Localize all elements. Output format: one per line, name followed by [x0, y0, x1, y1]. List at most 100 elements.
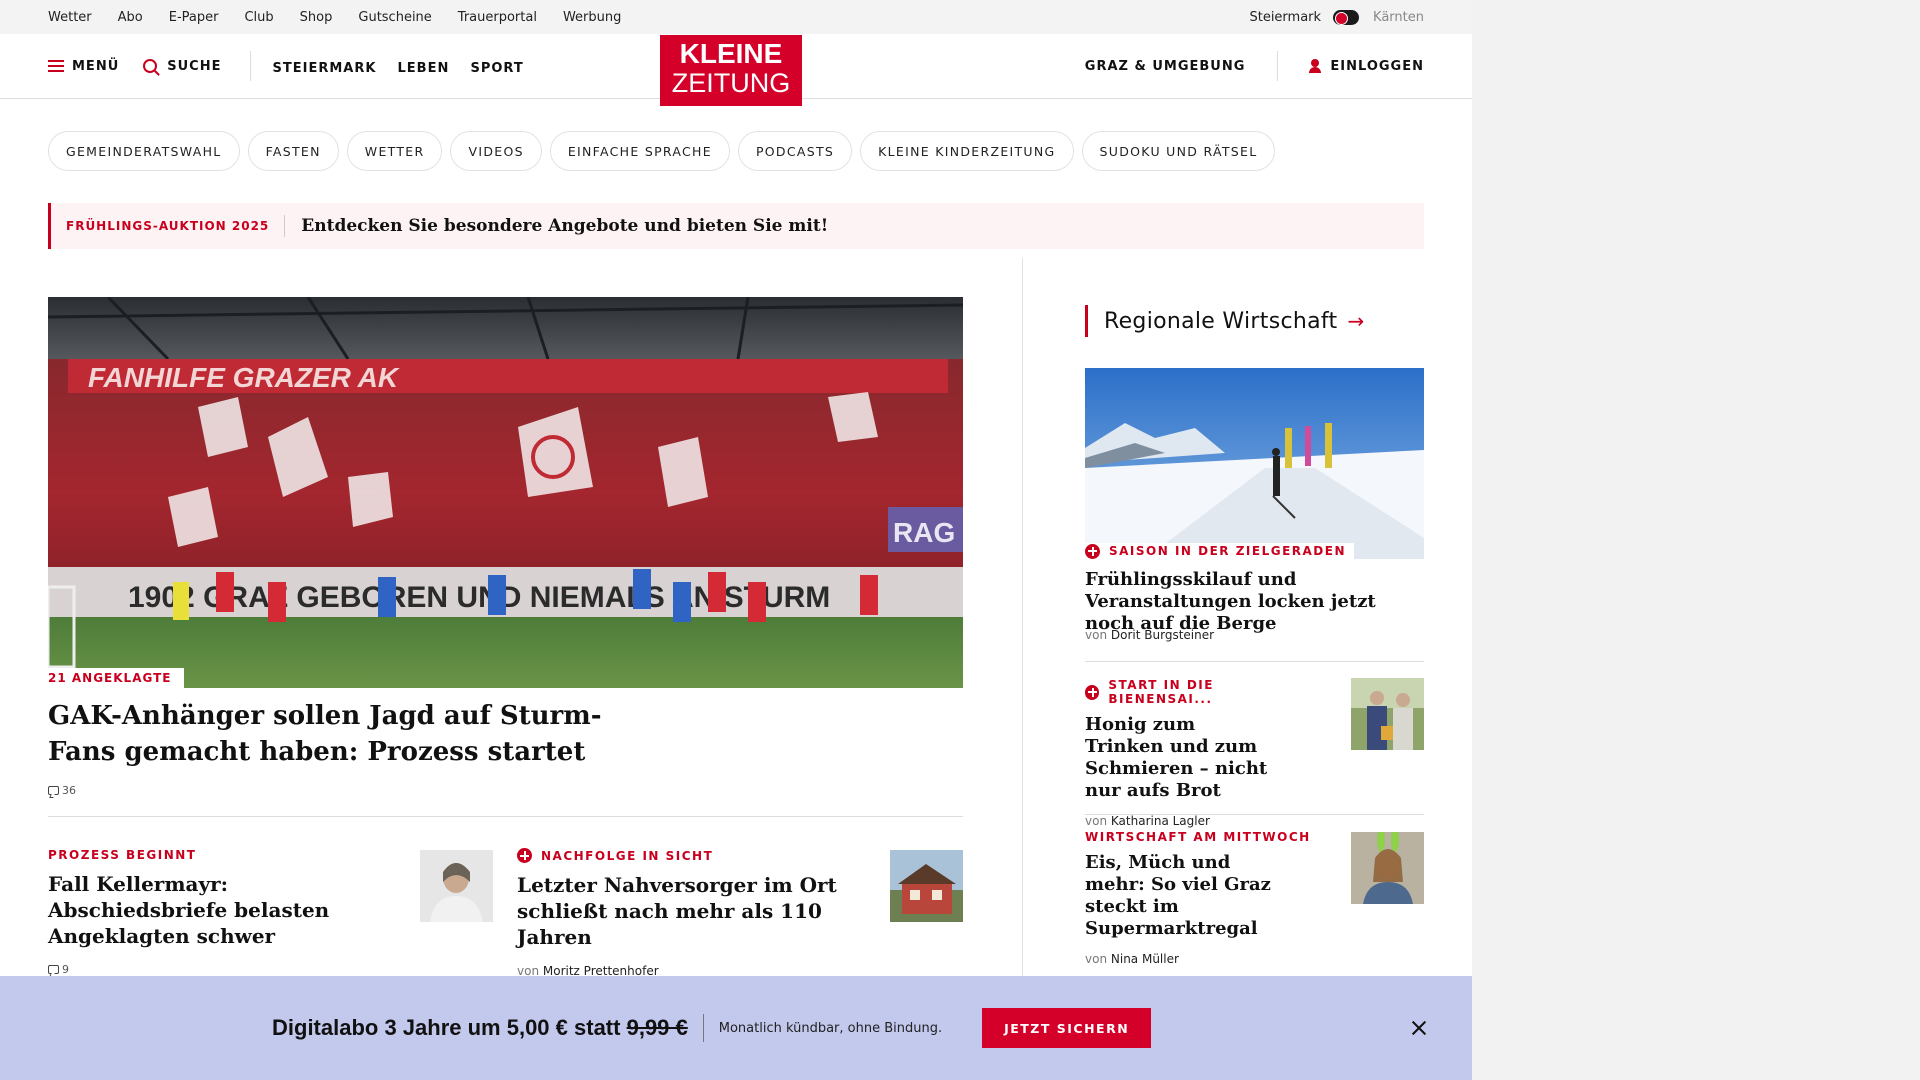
menu-button[interactable]: MENÜ — [48, 59, 119, 74]
chip-einfache-sprache[interactable]: EINFACHE SPRACHE — [549, 131, 730, 171]
nav-steiermark[interactable]: STEIERMARK — [273, 61, 377, 76]
chip-fasten[interactable]: FASTEN — [247, 131, 339, 171]
utility-link-shop[interactable]: Shop — [300, 10, 333, 25]
nav-leben[interactable]: LEBEN — [398, 61, 450, 76]
hero-comments[interactable]: 36 — [48, 784, 76, 797]
close-icon[interactable] — [1410, 1019, 1428, 1037]
article-card[interactable]: WIRTSCHAFT AM MITTWOCH Eis, Müch und meh… — [1085, 830, 1315, 966]
hero-label: 21 ANGEKLAGTE — [48, 668, 184, 688]
svg-text:RAG: RAG — [893, 517, 955, 548]
author-name[interactable]: Katharina Lagler — [1111, 814, 1210, 828]
svg-text:FANHILFE GRAZER AK: FANHILFE GRAZER AK — [88, 362, 400, 393]
chip-gemeinderatswahl[interactable]: GEMEINDERATSWAHL — [48, 131, 240, 171]
stadium-photo: FANHILFE GRAZER AK RAG 1902 GRAZ GEBOREN… — [48, 297, 963, 688]
chip-sudoku[interactable]: SUDOKU UND RÄTSEL — [1081, 131, 1276, 171]
beekeepers-photo — [1351, 678, 1424, 750]
banner-content: Digitalabo 3 Jahre um 5,00 € statt 9,99 … — [272, 1008, 1152, 1048]
store-photo — [890, 850, 963, 922]
card-thumbnail[interactable] — [1351, 678, 1424, 750]
region-kaernten[interactable]: Kärnten — [1373, 10, 1424, 25]
article-card[interactable]: PROZESS BEGINNT Fall Kellermayr: Abschie… — [48, 848, 378, 976]
subscription-banner: Digitalabo 3 Jahre um 5,00 € statt 9,99 … — [0, 976, 1472, 1080]
utility-links: Wetter Abo E-Paper Club Shop Gutscheine … — [48, 0, 647, 34]
card-label-text: START IN DIE BIENENSAI... — [1108, 678, 1214, 706]
utility-link-epaper[interactable]: E-Paper — [169, 10, 219, 25]
chip-podcasts[interactable]: PODCASTS — [737, 131, 853, 171]
chip-kinderzeitung[interactable]: KLEINE KINDERZEITUNG — [860, 131, 1074, 171]
card-headline[interactable]: Eis, Müch und mehr: So viel Graz steckt … — [1085, 852, 1275, 940]
chip-videos[interactable]: VIDEOS — [450, 131, 542, 171]
hamburger-icon — [48, 60, 64, 72]
promo-text[interactable]: Entdecken Sie besondere Angebote und bie… — [285, 216, 828, 236]
region-switch: Steiermark Kärnten — [1249, 0, 1424, 34]
search-button[interactable]: SUCHE — [143, 59, 221, 74]
article-card[interactable]: NACHFOLGE IN SICHT Letzter Nahversorger … — [517, 848, 877, 978]
hero-headline[interactable]: GAK-Anhänger sollen Jagd auf Sturm-Fans … — [48, 698, 608, 770]
search-icon — [143, 59, 158, 73]
card-label: SAISON IN DER ZIELGERADEN — [1085, 543, 1355, 559]
author-name[interactable]: Dorit Burgsteiner — [1111, 628, 1214, 642]
card-byline: von Nina Müller — [1085, 952, 1315, 966]
site-logo[interactable]: KLEINE ZEITUNG — [660, 35, 802, 106]
banner-old-price: 9,99 € — [626, 1015, 688, 1040]
hero-comment-count: 36 — [62, 784, 76, 797]
subscribe-button[interactable]: JETZT SICHERN — [982, 1008, 1152, 1048]
utility-link-club[interactable]: Club — [244, 10, 273, 25]
utility-link-gutscheine[interactable]: Gutscheine — [358, 10, 431, 25]
card-headline[interactable]: Letzter Nahversorger im Ort schließt nac… — [517, 872, 877, 950]
card-headline[interactable]: Fall Kellermayr: Abschiedsbriefe belaste… — [48, 871, 378, 949]
byline-prefix: von — [1085, 814, 1108, 828]
card-label: WIRTSCHAFT AM MITTWOCH — [1085, 830, 1311, 844]
divider — [1085, 814, 1424, 815]
site-header: MENÜ SUCHE STEIERMARK LEBEN SPORT KLEINE… — [0, 34, 1472, 106]
plus-icon — [1085, 543, 1100, 559]
utility-link-werbung[interactable]: Werbung — [563, 10, 621, 25]
logo-line2: ZEITUNG — [671, 68, 791, 98]
chip-wetter[interactable]: WETTER — [346, 131, 443, 171]
nav-sport[interactable]: SPORT — [470, 61, 523, 76]
main-nav: STEIERMARK LEBEN SPORT — [273, 57, 540, 76]
logo-line1: KLEINE — [679, 38, 783, 69]
card-thumbnail[interactable] — [420, 850, 493, 922]
card-thumbnail[interactable] — [890, 850, 963, 922]
plus-icon — [517, 848, 532, 863]
login-button[interactable]: EINLOGGEN — [1308, 59, 1424, 74]
card-headline[interactable]: Honig zum Trinken und zum Schmieren – ni… — [1085, 714, 1275, 802]
divider — [48, 816, 963, 817]
divider — [1085, 661, 1424, 662]
section-heading-link[interactable]: Regionale Wirtschaft → — [1085, 305, 1365, 337]
utility-link-abo[interactable]: Abo — [118, 10, 143, 25]
card-byline: von Dorit Burgsteiner — [1085, 628, 1214, 642]
sidebar-image[interactable] — [1085, 368, 1424, 559]
byline-prefix: von — [1085, 628, 1108, 642]
author-portrait-photo — [1351, 832, 1424, 904]
utility-link-trauerportal[interactable]: Trauerportal — [458, 10, 537, 25]
hero-image[interactable]: FANHILFE GRAZER AK RAG 1902 GRAZ GEBOREN… — [48, 297, 963, 688]
header-left: MENÜ SUCHE STEIERMARK LEBEN SPORT — [48, 34, 540, 98]
banner-divider — [702, 1014, 704, 1042]
search-label: SUCHE — [167, 58, 222, 74]
local-edition-link[interactable]: GRAZ & UMGEBUNG — [1085, 59, 1246, 74]
card-label: PROZESS BEGINNT — [48, 848, 197, 862]
card-comment-count: 9 — [62, 963, 69, 976]
header-divider-right — [1277, 51, 1279, 81]
promo-bar[interactable]: FRÜHLINGS-AUKTION 2025 Entdecken Sie bes… — [48, 203, 1424, 249]
article-card[interactable]: START IN DIE BIENENSAI... Honig zum Trin… — [1085, 678, 1315, 828]
card-label-text: NACHFOLGE IN SICHT — [541, 848, 714, 863]
login-label: EINLOGGEN — [1330, 58, 1424, 74]
card-headline[interactable]: Frühlingsskilauf und Veranstaltungen loc… — [1085, 569, 1424, 635]
topic-chips: GEMEINDERATSWAHL FASTEN WETTER VIDEOS EI… — [48, 131, 1276, 171]
banner-offer: Digitalabo 3 Jahre um 5,00 € statt — [272, 1015, 621, 1040]
ski-photo — [1085, 368, 1424, 559]
region-toggle[interactable] — [1333, 9, 1360, 25]
card-comments[interactable]: 9 — [48, 963, 378, 976]
card-thumbnail[interactable] — [1351, 832, 1424, 904]
header-divider — [249, 51, 251, 81]
utility-link-wetter[interactable]: Wetter — [48, 10, 92, 25]
user-icon — [1308, 59, 1322, 73]
page: Wetter Abo E-Paper Club Shop Gutscheine … — [0, 0, 1472, 1080]
card-label: START IN DIE BIENENSAI... — [1085, 678, 1315, 706]
author-name[interactable]: Nina Müller — [1111, 952, 1179, 966]
banner-subtext: Monatlich kündbar, ohne Bindung. — [718, 1020, 943, 1036]
region-steiermark[interactable]: Steiermark — [1249, 10, 1321, 25]
